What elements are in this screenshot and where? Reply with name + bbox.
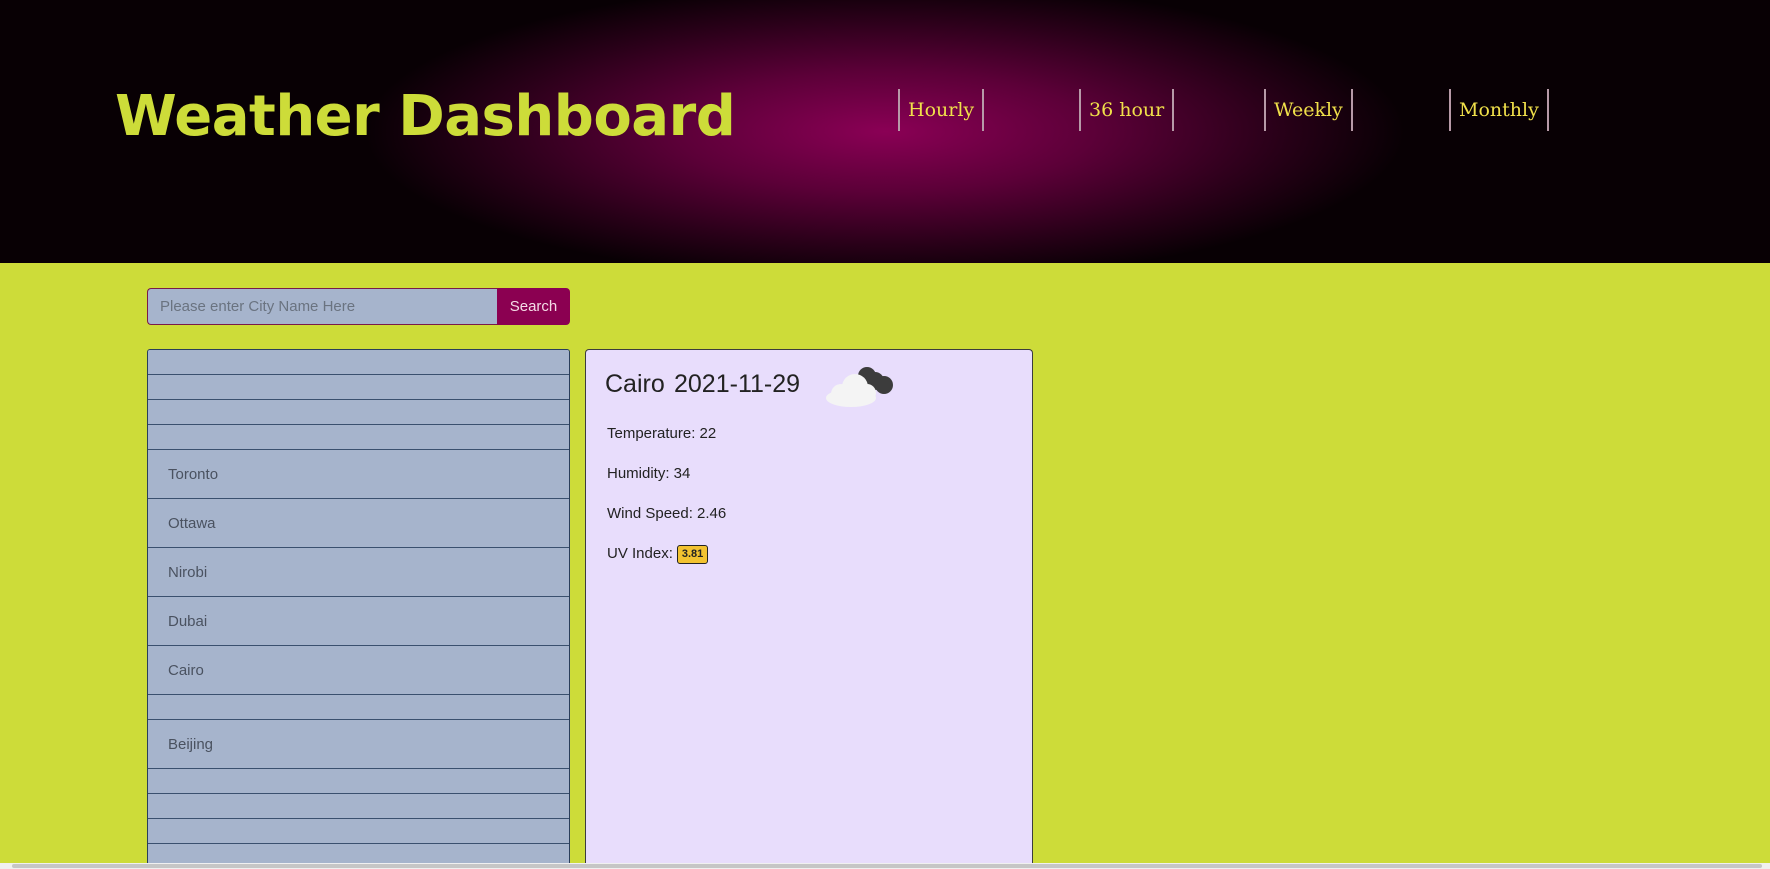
humidity-text: Humidity: 34 [607,465,691,482]
nav-hourly[interactable]: Hourly [898,89,985,131]
nav-monthly[interactable]: Monthly [1449,89,1549,131]
search-button[interactable]: Search [497,288,570,325]
city-search-input[interactable] [147,288,498,325]
city-list-item-dubai[interactable]: Dubai [148,597,569,646]
city-history-list: Toronto Ottawa Nirobi Dubai Cairo Beijin… [147,349,570,869]
page-title: Weather Dashboard [115,84,736,149]
city-list-item[interactable] [148,819,569,844]
city-list-item-ottawa[interactable]: Ottawa [148,499,569,548]
header-banner: Weather Dashboard Hourly 36 hour Weekly … [0,0,1770,263]
city-list-item[interactable] [148,400,569,425]
horizontal-scrollbar-thumb[interactable] [12,864,1762,868]
nav-36-hour[interactable]: 36 hour [1079,89,1175,131]
current-weather-card: Cairo 2021-11-29 Temperature: 22 Humidit… [585,349,1033,869]
city-list-item-nirobi[interactable]: Nirobi [148,548,569,597]
uv-index-badge: 3.81 [676,545,709,564]
city-list-item[interactable] [148,375,569,400]
temperature-text: Temperature: 22 [607,425,717,442]
city-list-item-beijing[interactable]: Beijing [148,720,569,769]
city-list-item-toronto[interactable]: Toronto [148,450,569,499]
wind-speed-text: Wind Speed: 2.46 [607,505,727,522]
weather-date: 2021-11-29 [674,370,801,398]
nav-weekly[interactable]: Weekly [1264,89,1353,131]
uv-index-row: UV Index: 3.81 [607,545,709,564]
uv-index-label: UV Index: [607,545,673,562]
city-list-item[interactable] [148,350,569,375]
city-list-item-cairo[interactable]: Cairo [148,646,569,695]
weather-city-name: Cairo [605,370,665,398]
cloud-icon [826,367,893,407]
city-list-item[interactable] [148,695,569,720]
city-list-item[interactable] [148,425,569,450]
city-list-item[interactable] [148,769,569,794]
city-list-item[interactable] [148,794,569,819]
